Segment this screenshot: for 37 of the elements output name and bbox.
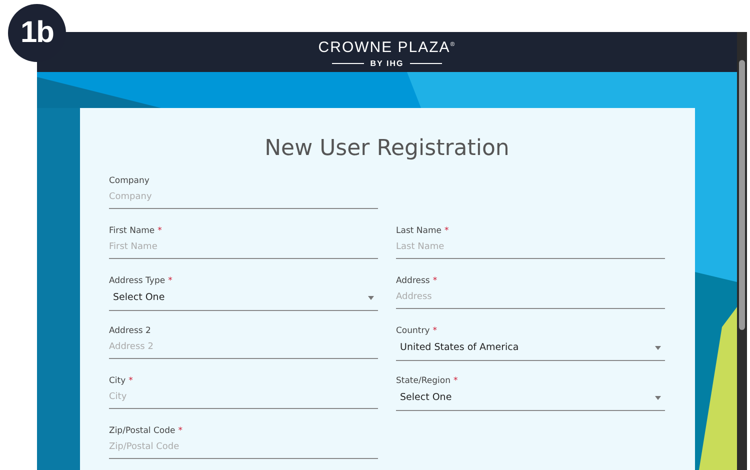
brand-subtitle: BY IHG xyxy=(370,59,404,68)
required-mark: * xyxy=(158,225,162,238)
required-mark: * xyxy=(168,275,172,288)
scrollbar-thumb[interactable] xyxy=(739,60,745,330)
text-field[interactable]: Last Name xyxy=(396,238,665,259)
field-label: Last Name xyxy=(396,225,442,238)
required-mark: * xyxy=(453,375,458,388)
field-label: Address 2 xyxy=(109,325,151,338)
scrollbar[interactable] xyxy=(737,32,747,470)
field-label: Address xyxy=(396,275,430,288)
required-mark: * xyxy=(432,275,438,288)
dropdown-field[interactable]: Select One xyxy=(109,288,378,311)
text-field[interactable]: First Name xyxy=(109,238,378,259)
field-label: City xyxy=(109,375,126,388)
step-badge: 1b xyxy=(8,4,66,62)
required-mark: * xyxy=(444,225,449,238)
field-label: State/Region xyxy=(396,375,450,388)
text-field[interactable]: City xyxy=(109,388,378,409)
field-label: Company xyxy=(109,175,150,188)
dropdown-field[interactable]: United States of America xyxy=(396,338,665,361)
required-mark: * xyxy=(432,325,438,338)
field-label: Address Type xyxy=(109,275,166,288)
text-field[interactable]: Zip/Postal Code xyxy=(109,438,378,459)
text-field[interactable]: Address xyxy=(396,288,665,309)
text-field[interactable]: Address 2 xyxy=(109,338,378,359)
caret-icon xyxy=(655,346,661,350)
text-field[interactable]: Company xyxy=(109,188,378,209)
field-label: Zip/Postal Code xyxy=(109,425,176,438)
field-label: First Name xyxy=(109,225,155,238)
required-mark: * xyxy=(178,425,183,438)
brand-logo: CROWNE PLAZA$^{®}$ xyxy=(318,38,456,57)
required-mark: * xyxy=(128,375,133,388)
field-label: Country xyxy=(396,325,430,338)
form-title: New User Registration xyxy=(264,135,510,163)
caret-icon xyxy=(368,296,374,300)
caret-icon xyxy=(655,396,661,400)
dropdown-field[interactable]: Select One xyxy=(396,388,665,411)
